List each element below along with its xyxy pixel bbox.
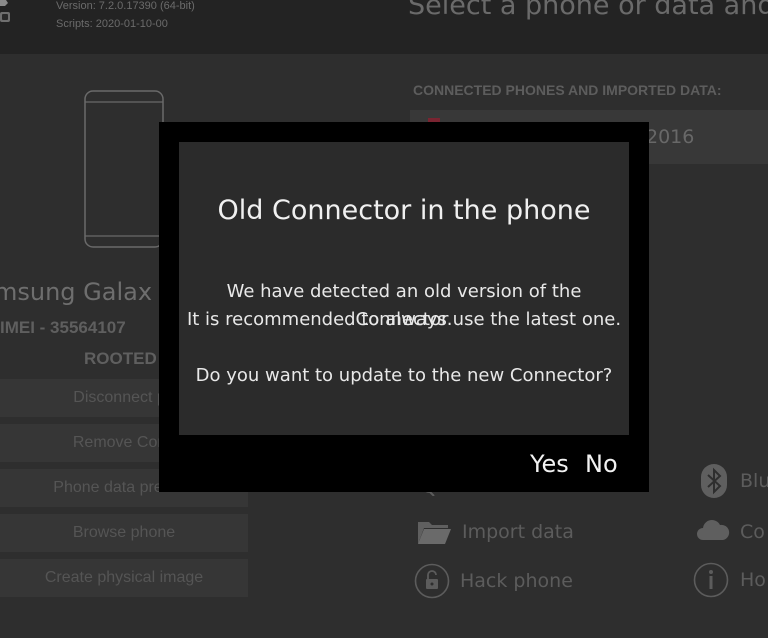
- app-window: Version: 7.2.0.17390 (64-bit) Scripts: 2…: [0, 0, 768, 638]
- dialog-body: Old Connector in the phone We have detec…: [179, 142, 629, 435]
- no-button[interactable]: No: [585, 448, 618, 480]
- dialog-title: Old Connector in the phone: [217, 195, 591, 226]
- yes-button[interactable]: Yes: [530, 448, 569, 480]
- dialog-message-line-2: It is recommended to always use the late…: [186, 309, 622, 330]
- dialog-question: Do you want to update to the new Connect…: [195, 365, 613, 386]
- old-connector-dialog: Old Connector in the phone We have detec…: [159, 122, 649, 492]
